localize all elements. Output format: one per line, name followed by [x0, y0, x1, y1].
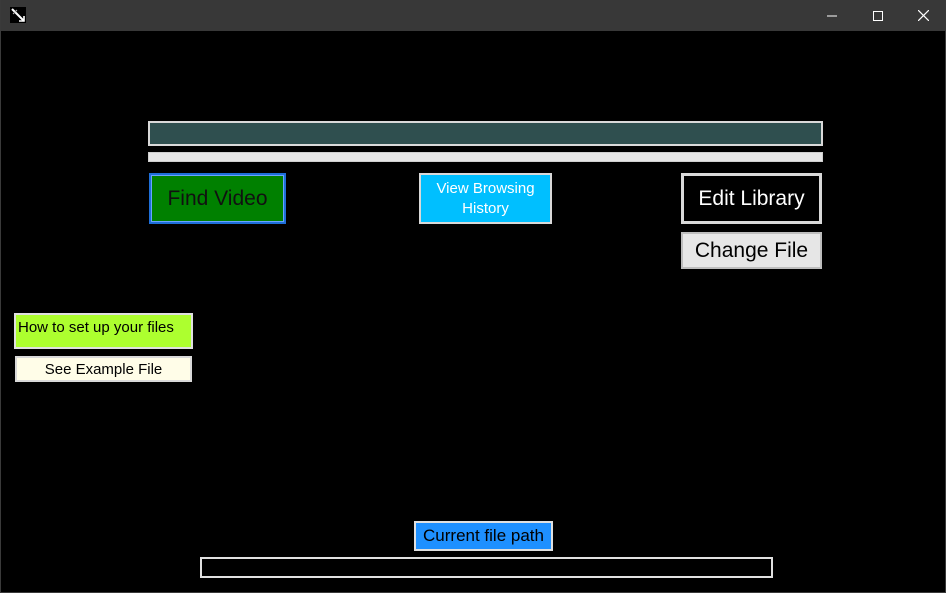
- title-bar[interactable]: [1, 0, 945, 31]
- see-example-file-button[interactable]: See Example File: [15, 356, 192, 382]
- view-browsing-history-button[interactable]: View Browsing History: [419, 173, 552, 224]
- search-input[interactable]: [148, 121, 823, 146]
- maximize-icon: [873, 10, 883, 21]
- maximize-button[interactable]: [855, 0, 901, 31]
- edit-library-button[interactable]: Edit Library: [681, 173, 822, 224]
- current-file-path-field[interactable]: [200, 557, 773, 578]
- feather-app-icon: [10, 7, 26, 23]
- progress-bar: [148, 152, 823, 162]
- minimize-icon: [827, 11, 837, 21]
- close-icon: [917, 10, 929, 21]
- minimize-button[interactable]: [809, 0, 855, 31]
- app-window: Find Video View Browsing History Edit Li…: [0, 0, 946, 593]
- current-file-path-label: Current file path: [414, 521, 553, 551]
- setup-help-label[interactable]: How to set up your files: [14, 313, 193, 349]
- change-file-button[interactable]: Change File: [681, 232, 822, 269]
- close-button[interactable]: [900, 0, 945, 31]
- find-video-button[interactable]: Find Video: [149, 173, 286, 224]
